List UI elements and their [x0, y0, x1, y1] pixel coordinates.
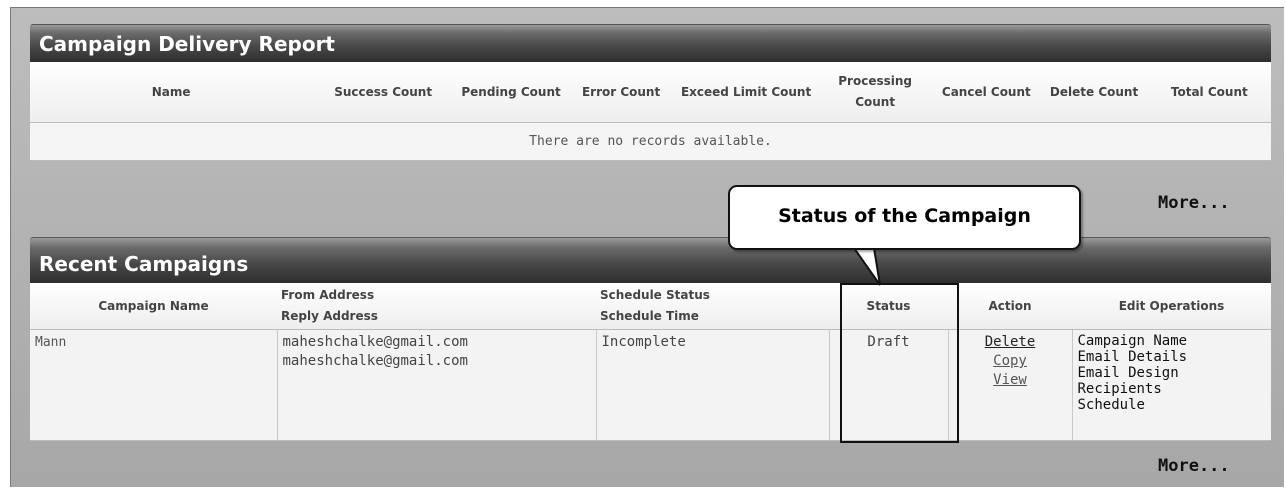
recent-campaigns-header-row: Campaign Name From Address Reply Address…	[30, 283, 1271, 330]
table-row: Mann maheshchalke@gmail.com maheshchalke…	[30, 329, 1271, 441]
column-header-total-count[interactable]: Total Count	[1147, 62, 1271, 123]
delivery-report-title: Campaign Delivery Report	[30, 24, 1271, 62]
status-cell: Draft	[828, 329, 948, 441]
delivery-report-more-link[interactable]: More...	[1158, 193, 1230, 213]
edit-op-schedule[interactable]: Schedule	[1078, 397, 1267, 413]
delivery-report-table: Name Success Count Pending Count Error C…	[30, 62, 1271, 161]
column-header-schedule-status: Schedule Status	[600, 288, 710, 302]
copy-link[interactable]: Copy	[954, 352, 1067, 371]
edit-op-email-design[interactable]: Email Design	[1078, 365, 1267, 381]
column-header-delete-count[interactable]: Delete Count	[1040, 62, 1148, 123]
edit-op-campaign-name[interactable]: Campaign Name	[1078, 333, 1267, 349]
address-cell: maheshchalke@gmail.com maheshchalke@gmai…	[276, 329, 596, 441]
column-header-name[interactable]: Name	[30, 62, 313, 123]
view-link[interactable]: View	[954, 371, 1067, 390]
delivery-report-panel: Campaign Delivery Report Name Success Co…	[30, 24, 1271, 161]
column-header-schedule[interactable]: Schedule Status Schedule Time	[596, 283, 829, 330]
column-header-action[interactable]: Action	[948, 283, 1072, 330]
column-header-edit-operations[interactable]: Edit Operations	[1072, 283, 1271, 330]
edit-op-email-details[interactable]: Email Details	[1078, 349, 1267, 365]
column-header-status[interactable]: Status	[829, 283, 948, 330]
from-address: maheshchalke@gmail.com	[282, 334, 468, 350]
recent-campaigns-panel: Recent Campaigns Campaign Name From Addr…	[30, 237, 1271, 441]
delivery-report-header-row: Name Success Count Pending Count Error C…	[30, 62, 1271, 123]
column-header-exceed-limit-count[interactable]: Exceed Limit Count	[674, 62, 819, 123]
edit-op-recipients[interactable]: Recipients	[1078, 381, 1267, 397]
column-header-from-address: From Address	[281, 288, 375, 302]
empty-row: There are no records available.	[30, 122, 1271, 161]
delete-link[interactable]: Delete	[954, 333, 1067, 352]
action-cell: Delete Copy View	[947, 329, 1072, 441]
column-header-error-count[interactable]: Error Count	[568, 62, 675, 123]
edit-operations-cell: Campaign Name Email Details Email Design…	[1071, 329, 1271, 441]
campaign-name-cell: Mann	[30, 329, 277, 441]
column-header-pending-count[interactable]: Pending Count	[454, 62, 569, 123]
schedule-status-cell: Incomplete	[595, 329, 829, 441]
status-callout: Status of the Campaign	[728, 185, 1081, 250]
column-header-cancel-count[interactable]: Cancel Count	[932, 62, 1041, 123]
recent-campaigns-table: Campaign Name From Address Reply Address…	[30, 283, 1271, 441]
column-header-success-count[interactable]: Success Count	[312, 62, 455, 123]
column-header-campaign-name[interactable]: Campaign Name	[30, 283, 277, 330]
recent-campaigns-title: Recent Campaigns	[30, 237, 1271, 283]
column-header-processing-count[interactable]: Processing Count	[818, 62, 933, 123]
reply-address: maheshchalke@gmail.com	[282, 353, 468, 369]
column-header-reply-address: Reply Address	[281, 309, 378, 323]
column-header-addresses[interactable]: From Address Reply Address	[277, 283, 596, 330]
callout-pointer	[853, 247, 881, 286]
recent-campaigns-more-link[interactable]: More...	[1158, 456, 1230, 476]
column-header-schedule-time: Schedule Time	[600, 309, 699, 323]
no-records-message: There are no records available.	[30, 122, 1271, 161]
